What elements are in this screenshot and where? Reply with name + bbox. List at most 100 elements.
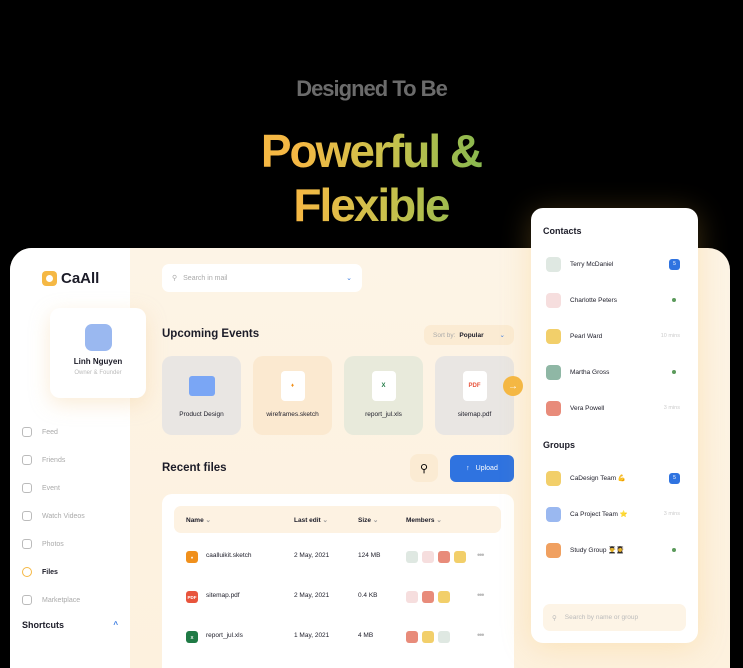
profile-role: Owner & Founder	[74, 370, 122, 376]
chevron-down-icon: ⌄	[320, 517, 328, 524]
event-card-label: sitemap.pdf	[457, 411, 492, 418]
contact-item[interactable]: Terry McDaniel 5	[543, 250, 688, 278]
avatar	[546, 470, 561, 486]
sidebar-item-friends[interactable]: Friends	[22, 446, 85, 474]
file-icon	[22, 567, 32, 577]
sidebar-nav: Feed Friends Event Watch Videos Photos Files M…	[22, 418, 85, 614]
sidebar-item-files[interactable]: Files	[22, 558, 85, 586]
more-options-icon[interactable]: •••	[477, 630, 485, 640]
table-row[interactable]: Xreport_jul.xls 1 May, 2021 4 MB •••	[174, 622, 501, 652]
table-row[interactable]: ♦ caalluikit.sketch 2 May, 2021 124 MB •••	[174, 542, 501, 572]
chevron-down-icon[interactable]: ⌄	[346, 274, 352, 282]
column-label: Name	[186, 517, 204, 524]
video-icon	[22, 511, 32, 521]
contact-item[interactable]: Martha Gross	[543, 358, 688, 386]
online-status-icon	[672, 548, 676, 552]
sort-value: Popular	[459, 331, 484, 339]
event-card[interactable]: PDF sitemap.pdf	[435, 356, 514, 435]
search-icon: ⚲	[419, 462, 429, 475]
last-seen: 3 mins	[663, 405, 680, 411]
avatar	[422, 631, 434, 643]
upload-arrow-icon: ↑	[466, 465, 470, 472]
contact-name: Ca Project Team ⭐	[570, 511, 628, 518]
cart-icon	[22, 595, 32, 605]
sidebar-item-feed[interactable]: Feed	[22, 418, 85, 446]
chevron-up-icon[interactable]: ^	[113, 620, 118, 630]
contact-name: Martha Gross	[570, 368, 610, 376]
avatar	[406, 551, 418, 563]
avatar	[422, 551, 434, 563]
cell-edit: 2 May, 2021	[294, 592, 330, 599]
search-icon: ⚲	[552, 614, 557, 622]
avatar	[84, 324, 112, 351]
avatar	[438, 551, 450, 563]
more-options-icon[interactable]: •••	[477, 590, 485, 600]
cell-size: 124 MB	[358, 552, 381, 559]
brand-name: CaAll	[61, 270, 100, 287]
sidebar-item-label: Event	[42, 484, 60, 492]
groups-title: Groups	[543, 440, 576, 450]
contact-name: Charlotte Peters	[570, 296, 617, 304]
recent-files-title: Recent files	[162, 462, 227, 474]
group-item[interactable]: Study Group 👨‍🎓👩‍🎓	[543, 536, 688, 564]
column-header[interactable]: Name ⌄	[186, 516, 211, 524]
pdf-icon: PDF	[462, 371, 487, 401]
shortcuts-header[interactable]: Shortcuts ^	[22, 620, 118, 630]
cell-name: sitemap.pdf	[206, 592, 240, 599]
event-card[interactable]: ♦ wireframes.sketch	[253, 356, 332, 435]
group-item[interactable]: CaDesign Team 💪 5	[543, 464, 688, 492]
event-cards: Product Design ♦ wireframes.sketch Xreport_…	[162, 356, 514, 435]
sort-dropdown[interactable]: Sort by: Popular ⌄	[424, 325, 514, 345]
sidebar-item-marketplace[interactable]: Marketplace	[22, 586, 85, 614]
upload-button[interactable]: ↑ Upload	[450, 455, 514, 482]
column-label: Members	[406, 517, 435, 524]
search-input[interactable]: ⚲ Search in mail ⌄	[162, 264, 362, 292]
contact-item[interactable]: Vera Powell 3 mins	[543, 394, 688, 422]
column-header[interactable]: Last edit ⌄	[294, 516, 328, 524]
chevron-down-icon: ⌄	[203, 517, 211, 524]
sort-label: Sort by:	[433, 331, 456, 339]
search-files-button[interactable]: ⚲	[410, 454, 438, 482]
contact-search-input[interactable]: ⚲ Search by name or group	[543, 604, 686, 631]
members-avatars	[406, 551, 466, 563]
logo[interactable]: CaAll	[42, 270, 99, 287]
event-card[interactable]: Xreport_jul.xls	[344, 356, 423, 435]
avatar	[546, 506, 561, 522]
contact-item[interactable]: Pearl Ward 10 mins	[543, 322, 688, 350]
next-arrow-button[interactable]: →	[503, 376, 523, 396]
sidebar-item-event[interactable]: Event	[22, 474, 85, 502]
xls-file-icon: X	[186, 631, 198, 643]
search-icon: ⚲	[172, 275, 178, 282]
image-icon	[22, 539, 32, 549]
column-label: Size	[358, 517, 372, 524]
hero-title: Powerful & Flexible	[186, 124, 556, 232]
pdf-file-icon: PDF	[186, 591, 198, 603]
avatar	[546, 292, 561, 308]
chevron-down-icon: ⌄	[499, 332, 505, 339]
avatar	[546, 256, 561, 272]
event-card-label: report_jul.xls	[365, 411, 402, 418]
sidebar-item-watch-videos[interactable]: Watch Videos	[22, 502, 85, 530]
profile-card[interactable]: Linh Nguyen Owner & Founder	[50, 308, 146, 398]
unread-badge: 5	[669, 258, 680, 270]
events-title: Upcoming Events	[162, 328, 260, 340]
contact-name: Vera Powell	[570, 404, 605, 412]
grid-icon	[22, 427, 32, 437]
avatar	[422, 591, 434, 603]
sidebar-item-photos[interactable]: Photos	[22, 530, 85, 558]
contact-name: CaDesign Team 💪	[570, 475, 627, 482]
folder-icon	[188, 376, 215, 396]
contact-search-placeholder: Search by name or group	[564, 614, 639, 621]
more-options-icon[interactable]: •••	[477, 550, 485, 560]
event-card[interactable]: Product Design	[162, 356, 241, 435]
excel-icon: X	[371, 371, 396, 401]
sidebar-item-label: Marketplace	[42, 596, 81, 604]
contact-item[interactable]: Charlotte Peters	[543, 286, 688, 314]
table-row[interactable]: PDF sitemap.pdf 2 May, 2021 0.4 KB •••	[174, 582, 501, 612]
logo-icon	[42, 271, 57, 286]
column-header[interactable]: Size ⌄	[358, 516, 378, 524]
cell-size: 0.4 KB	[358, 592, 378, 599]
column-header[interactable]: Members ⌄	[406, 516, 442, 524]
last-seen: 3 mins	[663, 511, 680, 517]
group-item[interactable]: Ca Project Team ⭐ 3 mins	[543, 500, 688, 528]
